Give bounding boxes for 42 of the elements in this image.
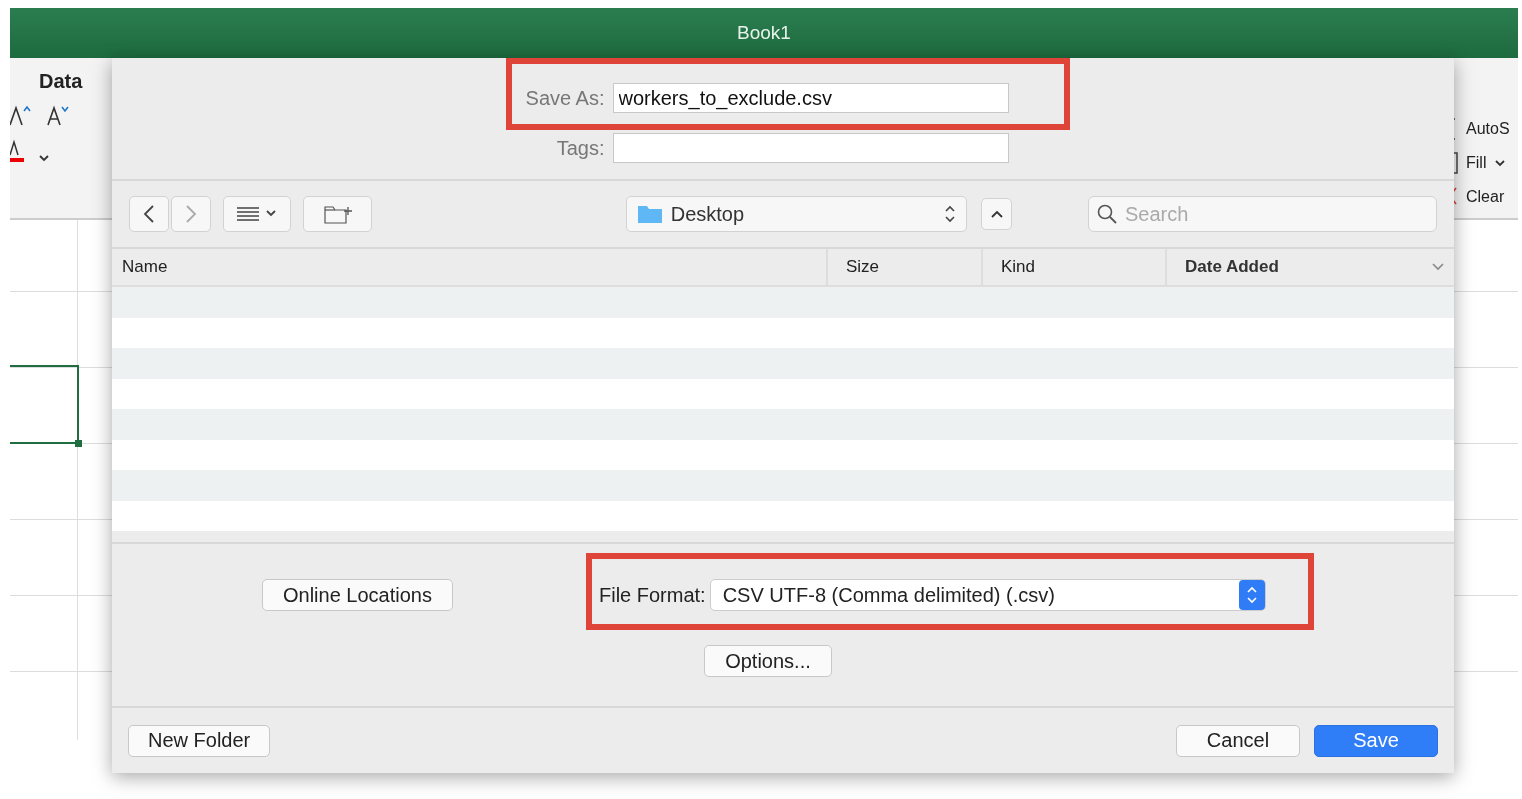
font-shrink-icon[interactable] <box>46 105 70 127</box>
back-button[interactable] <box>129 196 169 232</box>
ribbon-button[interactable]: Clear <box>1466 188 1505 206</box>
view-button[interactable] <box>223 196 292 232</box>
selected-cell[interactable] <box>10 365 79 444</box>
ribbon-tab[interactable]: Data <box>39 70 110 93</box>
online-locations-button[interactable]: Online Locations <box>262 579 453 611</box>
expand-button[interactable] <box>981 198 1012 230</box>
chevron-right-icon <box>185 204 197 224</box>
chevron-up-icon <box>989 209 1004 219</box>
tags-field[interactable] <box>612 133 1009 163</box>
list-icon <box>237 207 278 221</box>
chevron-down-icon[interactable] <box>1494 158 1507 168</box>
file-format-dropdown[interactable]: CSV UTF-8 (Comma delimited) (.csv) <box>709 579 1266 611</box>
new-folder-button[interactable]: New Folder <box>128 724 271 757</box>
save-button[interactable]: Save <box>1314 724 1438 757</box>
column-header[interactable]: Kind <box>981 249 1165 285</box>
cancel-button[interactable]: Cancel <box>1176 724 1300 757</box>
search-icon <box>1097 204 1117 224</box>
search-field[interactable]: Search <box>1088 196 1437 232</box>
filename-field[interactable]: workers_to_exclude.csv <box>612 83 1009 113</box>
new-folder-button[interactable] <box>303 196 372 232</box>
folder-plus-icon <box>323 204 352 224</box>
font-grow-icon[interactable] <box>10 105 32 127</box>
field-label: Save As: <box>524 86 605 110</box>
column-header[interactable]: Date Added <box>1165 249 1454 285</box>
updown-icon <box>1238 580 1265 610</box>
location-dropdown[interactable]: Desktop <box>625 196 968 232</box>
field-label: Tags: <box>555 136 605 160</box>
window-title: Book1 <box>737 22 791 44</box>
ribbon-button[interactable]: Fill <box>1466 154 1487 172</box>
chevron-down-icon[interactable] <box>38 153 50 163</box>
column-header[interactable]: Name <box>112 249 826 285</box>
updown-icon <box>944 204 957 224</box>
field-label: File Format: <box>599 583 706 607</box>
column-header[interactable]: Size <box>826 249 981 285</box>
ribbon-button[interactable]: AutoS <box>1466 120 1510 138</box>
chevron-left-icon <box>143 204 155 224</box>
folder-icon <box>636 204 663 224</box>
options-button[interactable]: Options... <box>704 645 832 677</box>
fill-handle[interactable] <box>75 440 82 447</box>
font-color-icon[interactable] <box>10 139 24 163</box>
